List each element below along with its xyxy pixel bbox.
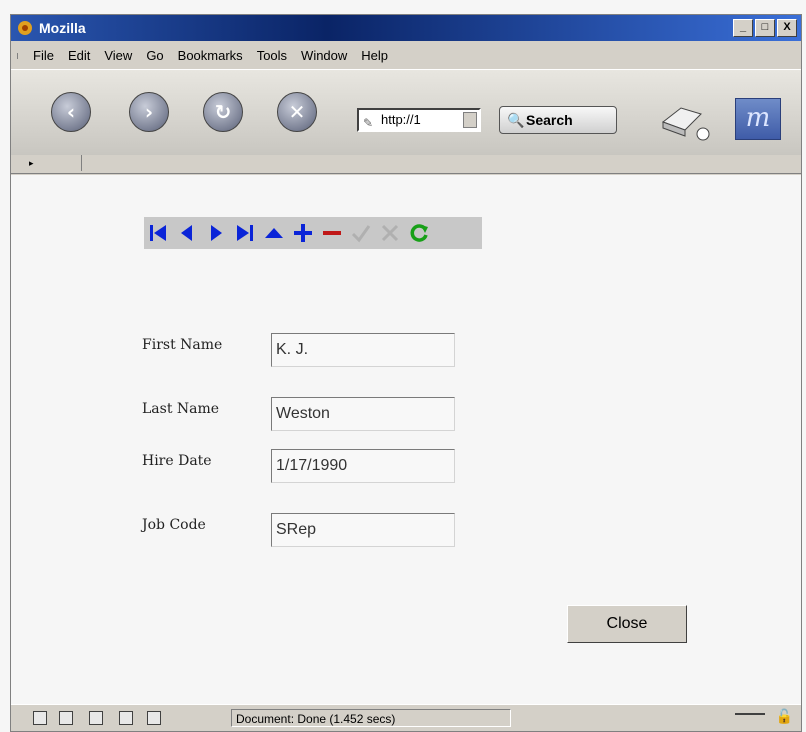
menu-go[interactable]: Go bbox=[146, 48, 163, 63]
mail-icon[interactable] bbox=[59, 711, 73, 725]
first-record-icon[interactable] bbox=[144, 217, 172, 249]
status-text: Document: Done (1.452 secs) bbox=[231, 709, 511, 727]
url-input[interactable]: ✎ http://1 bbox=[357, 108, 481, 132]
insert-icon[interactable] bbox=[260, 217, 288, 249]
page-icon: ✎ bbox=[363, 116, 374, 130]
address-book-icon[interactable] bbox=[119, 711, 133, 725]
composer-icon[interactable] bbox=[89, 711, 103, 725]
mozilla-logo-icon[interactable]: m bbox=[735, 98, 781, 140]
back-icon[interactable]: ‹ bbox=[51, 92, 91, 132]
security-lock-icon[interactable]: 🔓 bbox=[776, 709, 793, 725]
window-title: Mozilla bbox=[39, 20, 86, 36]
next-record-icon[interactable] bbox=[202, 217, 230, 249]
hire-date-label: Hire Date bbox=[142, 453, 212, 469]
status-bar: Document: Done (1.452 secs) 🔓 bbox=[11, 704, 801, 731]
first-name-field[interactable]: K. J. bbox=[271, 333, 455, 367]
navigator-icon[interactable] bbox=[33, 711, 47, 725]
minimize-button[interactable]: _ bbox=[733, 19, 753, 37]
db-navigator-toolbar bbox=[144, 217, 482, 249]
mozilla-app-icon bbox=[18, 21, 32, 35]
menu-bookmarks[interactable]: Bookmarks bbox=[178, 48, 243, 63]
url-text: http://1 bbox=[381, 112, 421, 127]
prior-record-icon[interactable] bbox=[173, 217, 201, 249]
last-name-label: Last Name bbox=[142, 401, 220, 417]
navigation-toolbar: ‹ › ↻ ✕ ✎ http://1 🔍 Search m bbox=[11, 69, 801, 157]
menu-help[interactable]: Help bbox=[361, 48, 388, 63]
append-icon[interactable] bbox=[289, 217, 317, 249]
title-bar: Mozilla _ □ X bbox=[11, 15, 801, 41]
menu-window[interactable]: Window bbox=[301, 48, 347, 63]
job-code-label: Job Code bbox=[142, 517, 206, 533]
close-button[interactable]: Close bbox=[567, 605, 687, 643]
cancel-icon[interactable] bbox=[376, 217, 404, 249]
menu-grip[interactable] bbox=[17, 53, 24, 59]
maximize-button[interactable]: □ bbox=[755, 19, 775, 37]
stop-icon[interactable]: ✕ bbox=[277, 92, 317, 132]
last-record-icon[interactable] bbox=[231, 217, 259, 249]
search-label: Search bbox=[526, 112, 573, 128]
print-icon[interactable] bbox=[655, 100, 711, 144]
menu-edit[interactable]: Edit bbox=[68, 48, 90, 63]
reload-icon[interactable]: ↻ bbox=[203, 92, 243, 132]
post-icon[interactable] bbox=[347, 217, 375, 249]
job-code-field[interactable]: SRep bbox=[271, 513, 455, 547]
refresh-icon[interactable] bbox=[405, 217, 433, 249]
menu-file[interactable]: File bbox=[33, 48, 54, 63]
online-status-icon[interactable] bbox=[735, 713, 765, 725]
window-controls: _ □ X bbox=[733, 19, 797, 37]
menu-bar: File Edit View Go Bookmarks Tools Window… bbox=[11, 43, 801, 67]
search-button[interactable]: 🔍 Search bbox=[499, 106, 617, 134]
last-name-field[interactable]: Weston bbox=[271, 397, 455, 431]
irc-chat-icon[interactable] bbox=[147, 711, 161, 725]
search-icon: 🔍 bbox=[507, 112, 525, 128]
browser-window: Mozilla _ □ X File Edit View Go Bookmark… bbox=[10, 14, 802, 732]
expand-icon[interactable]: ▸ bbox=[29, 159, 34, 169]
url-dropdown-icon[interactable] bbox=[463, 112, 477, 128]
page-content: First Name K. J. Last Name Weston Hire D… bbox=[11, 175, 801, 707]
hire-date-field[interactable]: 1/17/1990 bbox=[271, 449, 455, 483]
menu-view[interactable]: View bbox=[104, 48, 132, 63]
menu-tools[interactable]: Tools bbox=[257, 48, 287, 63]
toolbar-tab[interactable] bbox=[35, 155, 82, 171]
delete-icon[interactable] bbox=[318, 217, 346, 249]
close-window-button[interactable]: X bbox=[777, 19, 797, 37]
forward-icon[interactable]: › bbox=[129, 92, 169, 132]
first-name-label: First Name bbox=[142, 337, 223, 353]
personal-toolbar: ▸ bbox=[11, 155, 801, 174]
